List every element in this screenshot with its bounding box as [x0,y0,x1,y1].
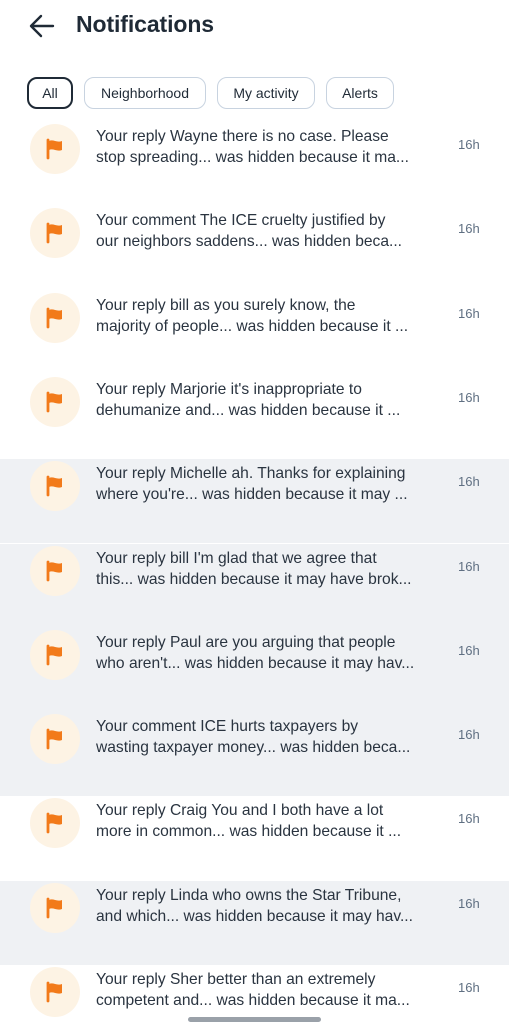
flag-icon [30,377,80,427]
notification-time: 16h [458,811,480,826]
notification-text: Your reply bill as you surely know, the m… [96,297,409,335]
notification-time: 16h [458,896,480,911]
chip-alerts[interactable]: Alerts [326,77,394,109]
flag-icon [30,630,80,680]
page-title: Notifications [76,11,214,37]
flag-icon [30,208,80,258]
notification-row[interactable]: Your comment ICE hurts taxpayers by wasti… [0,712,509,796]
notification-text: Your comment The ICE cruelty justified b… [96,212,403,250]
chip-all[interactable]: All [27,77,73,109]
notification-row[interactable]: Your reply Craig You and I both have a l… [0,796,509,880]
notification-row[interactable]: Your comment The ICE cruelty justified b… [0,206,509,290]
notification-text: Your reply Wayne there is no case. Pleas… [96,128,409,166]
notification-time: 16h [458,306,480,321]
flag-icon [30,546,80,596]
notification-time: 16h [458,559,480,574]
notification-row[interactable]: Your reply Paul are you arguing that peo… [0,628,509,712]
chip-neighborhood[interactable]: Neighborhood [84,77,206,109]
flag-icon [30,124,80,174]
notification-time: 16h [458,643,480,658]
chip-my-activity[interactable]: My activity [217,77,315,109]
notification-text: Your comment ICE hurts taxpayers by wasti… [96,718,411,756]
flag-icon [30,293,80,343]
notification-text: Your reply bill I'm glad that we agree t… [96,550,412,588]
notification-row[interactable]: Your reply Michelle ah. Thanks for expla… [0,459,509,543]
notification-time: 16h [458,727,480,742]
notification-text: Your reply Sher better than an extremely… [96,971,410,1009]
header: Notifications [0,0,509,66]
notification-row[interactable]: Your reply Marjorie it's inappropriate t… [0,375,509,459]
notification-row[interactable]: Your reply bill as you surely know, the m… [0,291,509,375]
notification-text: Your reply Paul are you arguing that peo… [96,634,415,672]
notification-text: Your reply Craig You and I both have a l… [96,802,402,840]
notification-row[interactable]: Your reply Linda who owns the Star Tribu… [0,881,509,965]
notification-row[interactable]: Your reply Wayne there is no case. Pleas… [0,124,509,206]
arrow-left-icon [29,14,55,38]
notification-time: 16h [458,137,480,152]
notification-time: 16h [458,980,480,995]
notification-time: 16h [458,390,480,405]
notification-time: 16h [458,221,480,236]
notification-text: Your reply Linda who owns the Star Tribu… [96,887,413,925]
notification-time: 16h [458,474,480,489]
notification-row[interactable]: Your reply Sher better than an extremely… [0,965,509,1024]
flag-icon [30,967,80,1017]
flag-icon [30,883,80,933]
flag-icon [30,798,80,848]
notification-text: Your reply Michelle ah. Thanks for expla… [96,465,408,503]
notification-list: Your reply Wayne there is no case. Pleas… [0,124,509,1024]
flag-icon [30,714,80,764]
notification-row[interactable]: Your reply bill I'm glad that we agree t… [0,544,509,628]
home-indicator [188,1017,321,1022]
back-button[interactable] [22,8,62,44]
flag-icon [30,461,80,511]
notification-text: Your reply Marjorie it's inappropriate t… [96,381,401,419]
filter-chips: All Neighborhood My activity Alerts [27,77,394,111]
